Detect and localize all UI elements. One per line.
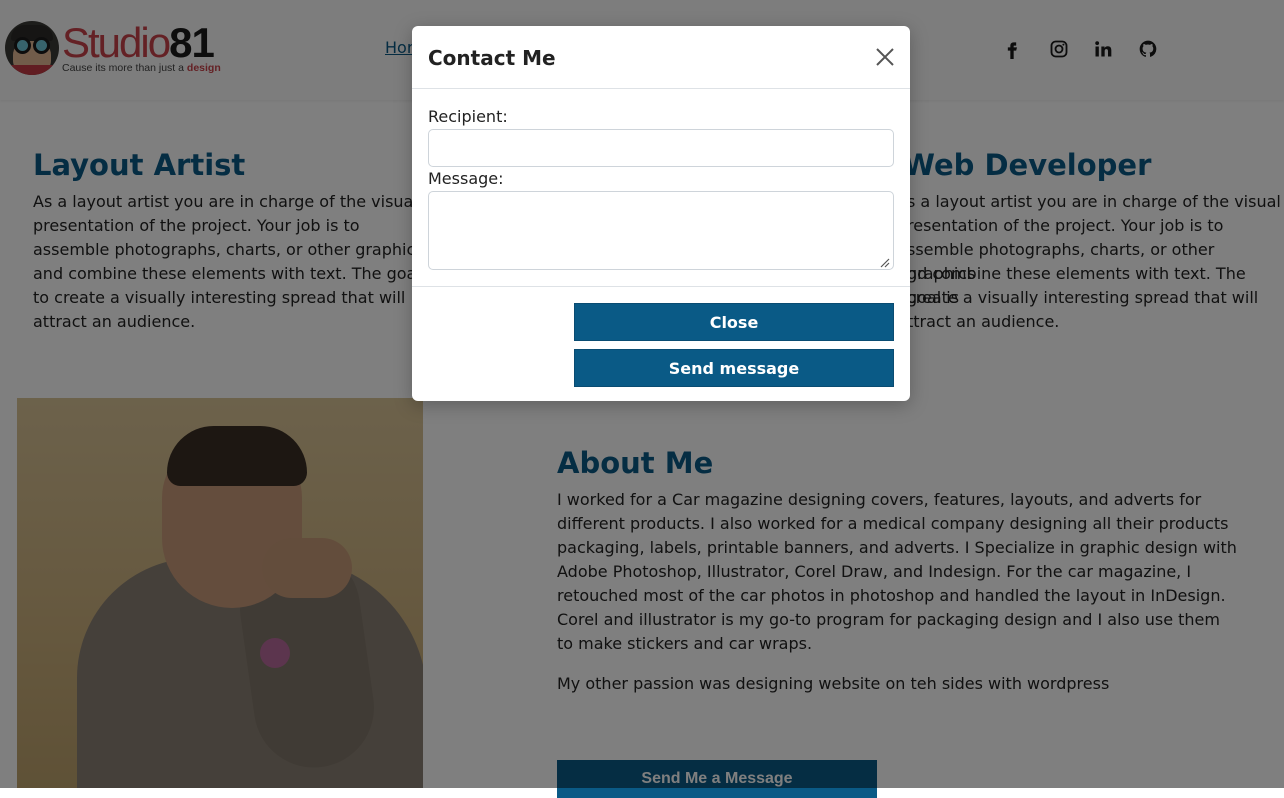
send-message-button[interactable]: Send message: [574, 349, 894, 387]
contact-modal: Contact Me Recipient: Message: Close Sen…: [412, 26, 910, 401]
message-textarea[interactable]: [428, 191, 894, 270]
close-icon[interactable]: [874, 46, 896, 68]
modal-title: Contact Me: [428, 46, 556, 70]
close-button[interactable]: Close: [574, 303, 894, 341]
recipient-label: Recipient:: [428, 107, 508, 126]
message-label: Message:: [428, 169, 504, 188]
modal-footer: Close Send message: [412, 286, 910, 402]
recipient-input[interactable]: [428, 129, 894, 167]
page: Studio81 Cause its more than just a desi…: [0, 0, 1284, 798]
resize-handle-icon[interactable]: [878, 254, 890, 268]
modal-header: Contact Me: [412, 26, 910, 89]
